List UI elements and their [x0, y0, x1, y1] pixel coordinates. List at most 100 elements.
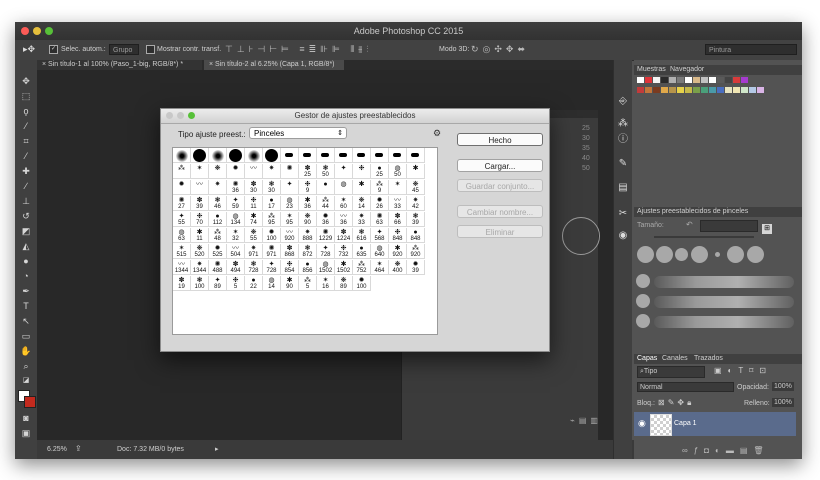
blur-tool-icon[interactable]: ●: [20, 256, 32, 266]
brush-preset-cell[interactable]: ✷: [209, 180, 227, 195]
tab-navigator[interactable]: Navegador: [670, 65, 704, 75]
size-field[interactable]: [700, 220, 758, 232]
brush-preset-cell[interactable]: ⁂: [173, 164, 191, 179]
doc-tab-2[interactable]: × Sin título-2 al 6.25% (Capa 1, RGB/8*): [204, 60, 344, 70]
brush-preset-cell[interactable]: ✺ 971: [263, 244, 281, 259]
brush-preset-cell[interactable]: ✺: [281, 164, 299, 179]
brush-preset-cell[interactable]: [209, 148, 227, 163]
gradient-tool-icon[interactable]: ◭: [20, 241, 32, 251]
swatch[interactable]: [677, 77, 684, 83]
brush-preset-cell[interactable]: ❋ 14: [353, 196, 371, 211]
brush-preset-cell[interactable]: ✺ 36: [227, 180, 245, 195]
auto-select-checkbox[interactable]: ✓: [49, 45, 58, 54]
brush-preset-cell[interactable]: ✶ 515: [173, 244, 191, 259]
brush-preset-cell[interactable]: [389, 148, 407, 163]
brush-preset-cell[interactable]: ✽ 39: [191, 196, 209, 211]
brush-preset-cell[interactable]: [371, 148, 389, 163]
navigator-icon[interactable]: ◉: [617, 230, 629, 242]
brush-preset-cell[interactable]: ❃ 100: [191, 276, 209, 291]
crop-tool-icon[interactable]: ⌗: [20, 136, 32, 146]
layer-thumbnail[interactable]: [650, 414, 672, 436]
brush-preset-cell[interactable]: 〰: [191, 180, 209, 195]
preset-type-select[interactable]: Pinceles ⇕: [249, 127, 347, 139]
brush-tip[interactable]: [727, 246, 744, 263]
close-icon[interactable]: ×: [209, 61, 213, 68]
background-color-swatch[interactable]: [24, 396, 36, 408]
lasso-tool-icon[interactable]: ϙ: [20, 106, 32, 116]
brush-preset-cell[interactable]: ✶ 60: [335, 196, 353, 211]
brush-preset-cell[interactable]: ✷ 42: [407, 196, 425, 211]
brush-preset-cell[interactable]: ❃ 728: [245, 260, 263, 275]
brush-preset-cell[interactable]: ❉ 9: [299, 180, 317, 195]
brush-tip[interactable]: [636, 314, 650, 328]
fill-field[interactable]: 100%: [772, 398, 794, 407]
brush-preset-cell[interactable]: ❋ 90: [299, 212, 317, 227]
swatch[interactable]: [741, 87, 748, 93]
brush-preset-cell[interactable]: ✦ 728: [263, 260, 281, 275]
brush-preset-cell[interactable]: ● 856: [299, 260, 317, 275]
brush-preset-cell[interactable]: ✽ 30: [245, 180, 263, 195]
brush-preset-cell[interactable]: ✷ 1344: [191, 260, 209, 275]
brush-preset-cell[interactable]: ❋ 45: [407, 180, 425, 195]
maximize-window-button[interactable]: [45, 27, 53, 35]
layer-filter-select[interactable]: ⌕Tipo: [637, 366, 705, 378]
brush-preset-cell[interactable]: ● 25: [371, 164, 389, 179]
clone-stamp-tool-icon[interactable]: ⊥: [20, 196, 32, 206]
brush-preset-cell[interactable]: ◍ 63: [173, 228, 191, 243]
brush-preset-cell[interactable]: [317, 148, 335, 163]
brush-preset-cell[interactable]: ❃ 46: [209, 196, 227, 211]
brush-preset-cell[interactable]: ❃ 50: [317, 164, 335, 179]
swatch[interactable]: [653, 77, 660, 83]
rectangle-tool-icon[interactable]: ▭: [20, 331, 32, 341]
brush-preset-cell[interactable]: ✦: [335, 164, 353, 179]
swatch[interactable]: [709, 77, 716, 83]
brush-preset-cell[interactable]: ⁂ 44: [317, 196, 335, 211]
history-icon[interactable]: ⎆: [617, 96, 629, 108]
swatch[interactable]: [693, 87, 700, 93]
transform-checkbox[interactable]: [146, 45, 155, 54]
brush-preset-cell[interactable]: 〰 1344: [173, 260, 191, 275]
brush-preset-cell[interactable]: ❃ 30: [263, 180, 281, 195]
size-slider[interactable]: [654, 236, 754, 238]
brush-preset-cell[interactable]: ⁂ 5: [299, 276, 317, 291]
doc-tab-1[interactable]: × Sin título-1 al 100% (Paso_1-big, RGB/…: [37, 60, 202, 70]
brush-tip[interactable]: [636, 274, 650, 288]
swatch[interactable]: [661, 87, 668, 93]
brush-preset-cell[interactable]: 〰: [245, 164, 263, 179]
delete-button[interactable]: Eliminar: [457, 225, 543, 238]
swatch[interactable]: [637, 87, 644, 93]
brush-preset-cell[interactable]: ⁂ 752: [353, 260, 371, 275]
layer-name[interactable]: Capa 1: [674, 420, 697, 427]
brush-preset-cell[interactable]: 〰 36: [335, 212, 353, 227]
brush-tip[interactable]: [691, 246, 708, 263]
brush-preset-cell[interactable]: ● 848: [407, 228, 425, 243]
layer-row[interactable]: ◉ Capa 1: [634, 412, 796, 436]
brush-preset-cell[interactable]: ✦ 89: [209, 276, 227, 291]
canvas-footer-icons[interactable]: ⌁▤▥: [570, 416, 602, 425]
brush-preset-cell[interactable]: ❋: [209, 164, 227, 179]
brush-preset-cell[interactable]: ●: [317, 180, 335, 195]
path-selection-tool-icon[interactable]: ↖: [20, 316, 32, 326]
brush-preset-cell[interactable]: ✱: [407, 164, 425, 179]
brush-preset-cell[interactable]: ◍ 134: [227, 212, 245, 227]
actions-icon[interactable]: ▤: [617, 182, 629, 194]
brush-tip[interactable]: [636, 294, 650, 308]
brush-preset-cell[interactable]: ✦ 568: [371, 228, 389, 243]
layers-footer-icons[interactable]: ∞ƒ◘◐▬▤🗑︎: [682, 446, 770, 455]
brush-preset-cell[interactable]: ✱ 920: [389, 244, 407, 259]
dialog-close-button[interactable]: [166, 112, 173, 119]
brush-preset-cell[interactable]: ❋ 55: [245, 228, 263, 243]
zoom-readout[interactable]: 6.25%: [47, 446, 67, 453]
brush-preset-cell[interactable]: ✹ 525: [209, 244, 227, 259]
brush-tool-icon[interactable]: ∕: [20, 181, 32, 191]
brush-preset-cell[interactable]: ✱ 90: [281, 276, 299, 291]
swatch[interactable]: [749, 87, 756, 93]
swatch[interactable]: [685, 77, 692, 83]
swatch[interactable]: [669, 87, 676, 93]
swatch[interactable]: [677, 87, 684, 93]
brush-preset-cell[interactable]: ❋ 400: [389, 260, 407, 275]
brush-preset-cell[interactable]: ◍: [335, 180, 353, 195]
doc-info[interactable]: Doc: 7.32 MB/0 bytes: [117, 446, 184, 453]
brush-tip[interactable]: [637, 246, 654, 263]
tab-channels[interactable]: Canales: [662, 354, 688, 364]
